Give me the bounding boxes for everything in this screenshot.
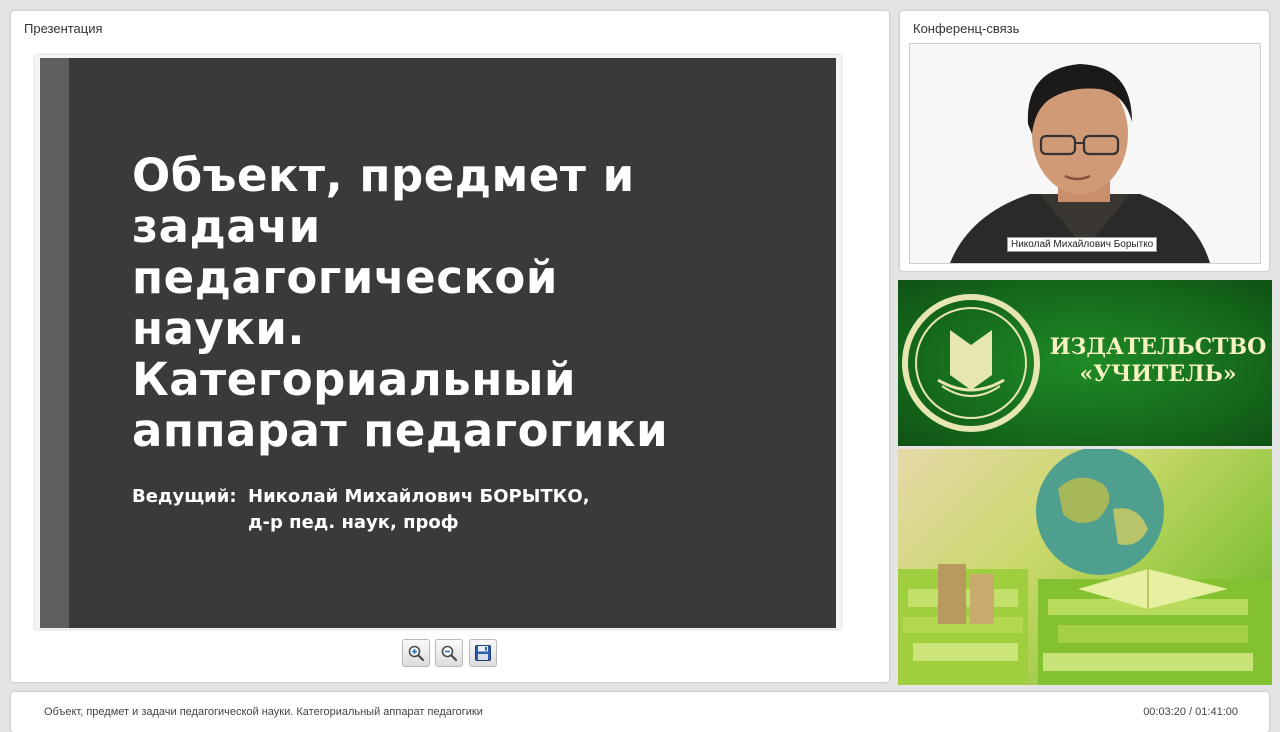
- save-button[interactable]: [469, 639, 497, 667]
- publisher-name-line: «УЧИТЕЛЬ»: [1079, 361, 1237, 387]
- publisher-logo-icon: [902, 294, 1040, 432]
- slide-title-line: науки.: [132, 302, 305, 355]
- presenter-degree: д-р пед. наук, проф: [248, 512, 459, 533]
- publisher-name: ИЗДАТЕЛЬСТВО «УЧИТЕЛЬ»: [1046, 334, 1270, 388]
- playback-time: 00:03:20 / 01:41:00: [1143, 706, 1238, 718]
- speaker-video-image: [910, 44, 1260, 263]
- slide: Объект, предмет и задачи педагогической …: [40, 58, 836, 628]
- books-globe-banner[interactable]: [898, 449, 1272, 685]
- publisher-logo-banner[interactable]: ИЗДАТЕЛЬСТВО «УЧИТЕЛЬ»: [898, 280, 1272, 446]
- slide-title: Объект, предмет и задачи педагогической …: [132, 150, 772, 456]
- slide-title-line: задачи: [132, 200, 321, 253]
- video-panel-title: Конференц-связь: [913, 21, 1020, 36]
- slide-title-line: Категориальный: [132, 353, 577, 406]
- slide-title-line: аппарат педагогики: [132, 404, 669, 457]
- speaker-name-badge: Николай Михайлович Борытко: [1007, 237, 1158, 252]
- zoom-out-icon: [441, 645, 458, 662]
- slide-title-line: педагогической: [132, 251, 558, 304]
- slide-side-stripe: [40, 58, 69, 628]
- zoom-out-button[interactable]: [435, 639, 463, 667]
- slide-frame: Объект, предмет и задачи педагогической …: [35, 55, 841, 629]
- lecture-title: Объект, предмет и задачи педагогической …: [44, 706, 483, 718]
- presentation-panel-title: Презентация: [24, 21, 103, 36]
- presentation-panel: Презентация Объект, предмет и задачи пед…: [11, 11, 889, 682]
- publisher-name-line: ИЗДАТЕЛЬСТВО: [1049, 334, 1267, 360]
- zoom-in-icon: [408, 645, 425, 662]
- video-conference-panel: Конференц-связь Николай Михайлович Борыт…: [900, 11, 1269, 271]
- books-globe-illustration: [898, 449, 1272, 685]
- floppy-disk-icon: [475, 645, 491, 661]
- video-frame[interactable]: Николай Михайлович Борытко: [909, 43, 1261, 264]
- slide-title-line: Объект, предмет и: [132, 149, 635, 202]
- presenter-label: Ведущий:: [132, 486, 237, 507]
- bottom-bar: Объект, предмет и задачи педагогической …: [11, 692, 1269, 732]
- zoom-in-button[interactable]: [402, 639, 430, 667]
- presenter-name: Николай Михайлович БОРЫТКО,: [248, 486, 590, 507]
